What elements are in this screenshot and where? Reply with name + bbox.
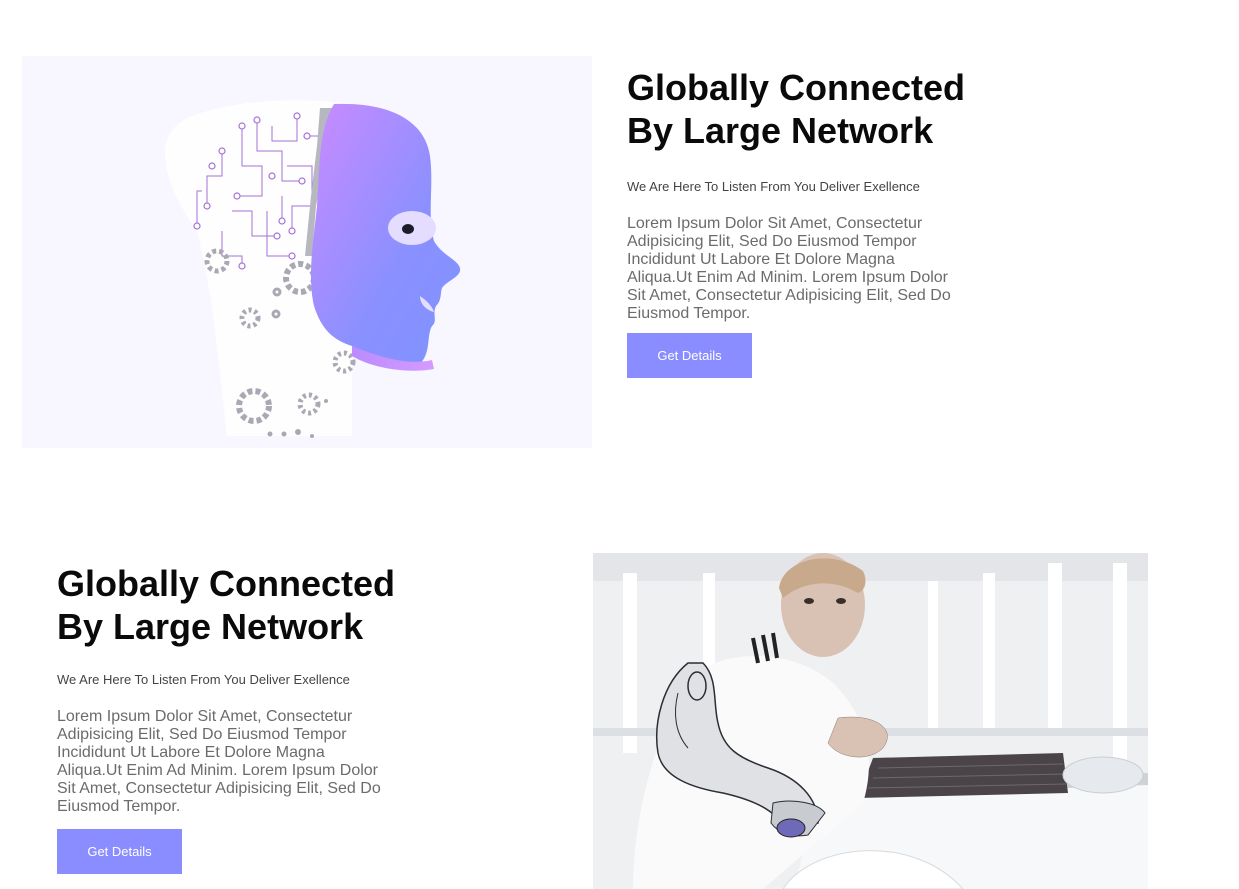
title-line-2: By Large Network (57, 606, 364, 647)
section-title: Globally Connected By Large Network (57, 562, 417, 648)
section-subtitle: We Are Here To Listen From You Deliver E… (57, 672, 350, 687)
section-body: Lorem Ipsum Dolor Sit Amet, Consectetur … (627, 215, 951, 322)
get-details-button[interactable]: Get Details (627, 333, 752, 378)
feature-text-2: Globally Connected By Large Network We A… (57, 562, 417, 816)
cyborg-photo (593, 553, 1148, 889)
get-details-button[interactable]: Get Details (57, 829, 182, 874)
title-line-1: Globally Connected (627, 67, 966, 108)
feature-text-1: Globally Connected By Large Network We A… (627, 66, 987, 323)
cyborg-photo-svg (593, 553, 1148, 889)
feature-section-2: Globally Connected By Large Network We A… (0, 470, 1239, 889)
section-subtitle: We Are Here To Listen From You Deliver E… (627, 179, 920, 194)
keyboard (858, 753, 1068, 798)
ai-head-illustration-svg (164, 100, 461, 438)
face-shape (310, 103, 461, 367)
title-line-1: Globally Connected (57, 563, 396, 604)
title-line-2: By Large Network (627, 110, 934, 151)
section-title: Globally Connected By Large Network (627, 66, 987, 152)
section-body: Lorem Ipsum Dolor Sit Amet, Consectetur … (57, 708, 381, 815)
feature-section-1: Globally Connected By Large Network We A… (0, 0, 1239, 470)
ai-head-illustration (22, 56, 592, 448)
